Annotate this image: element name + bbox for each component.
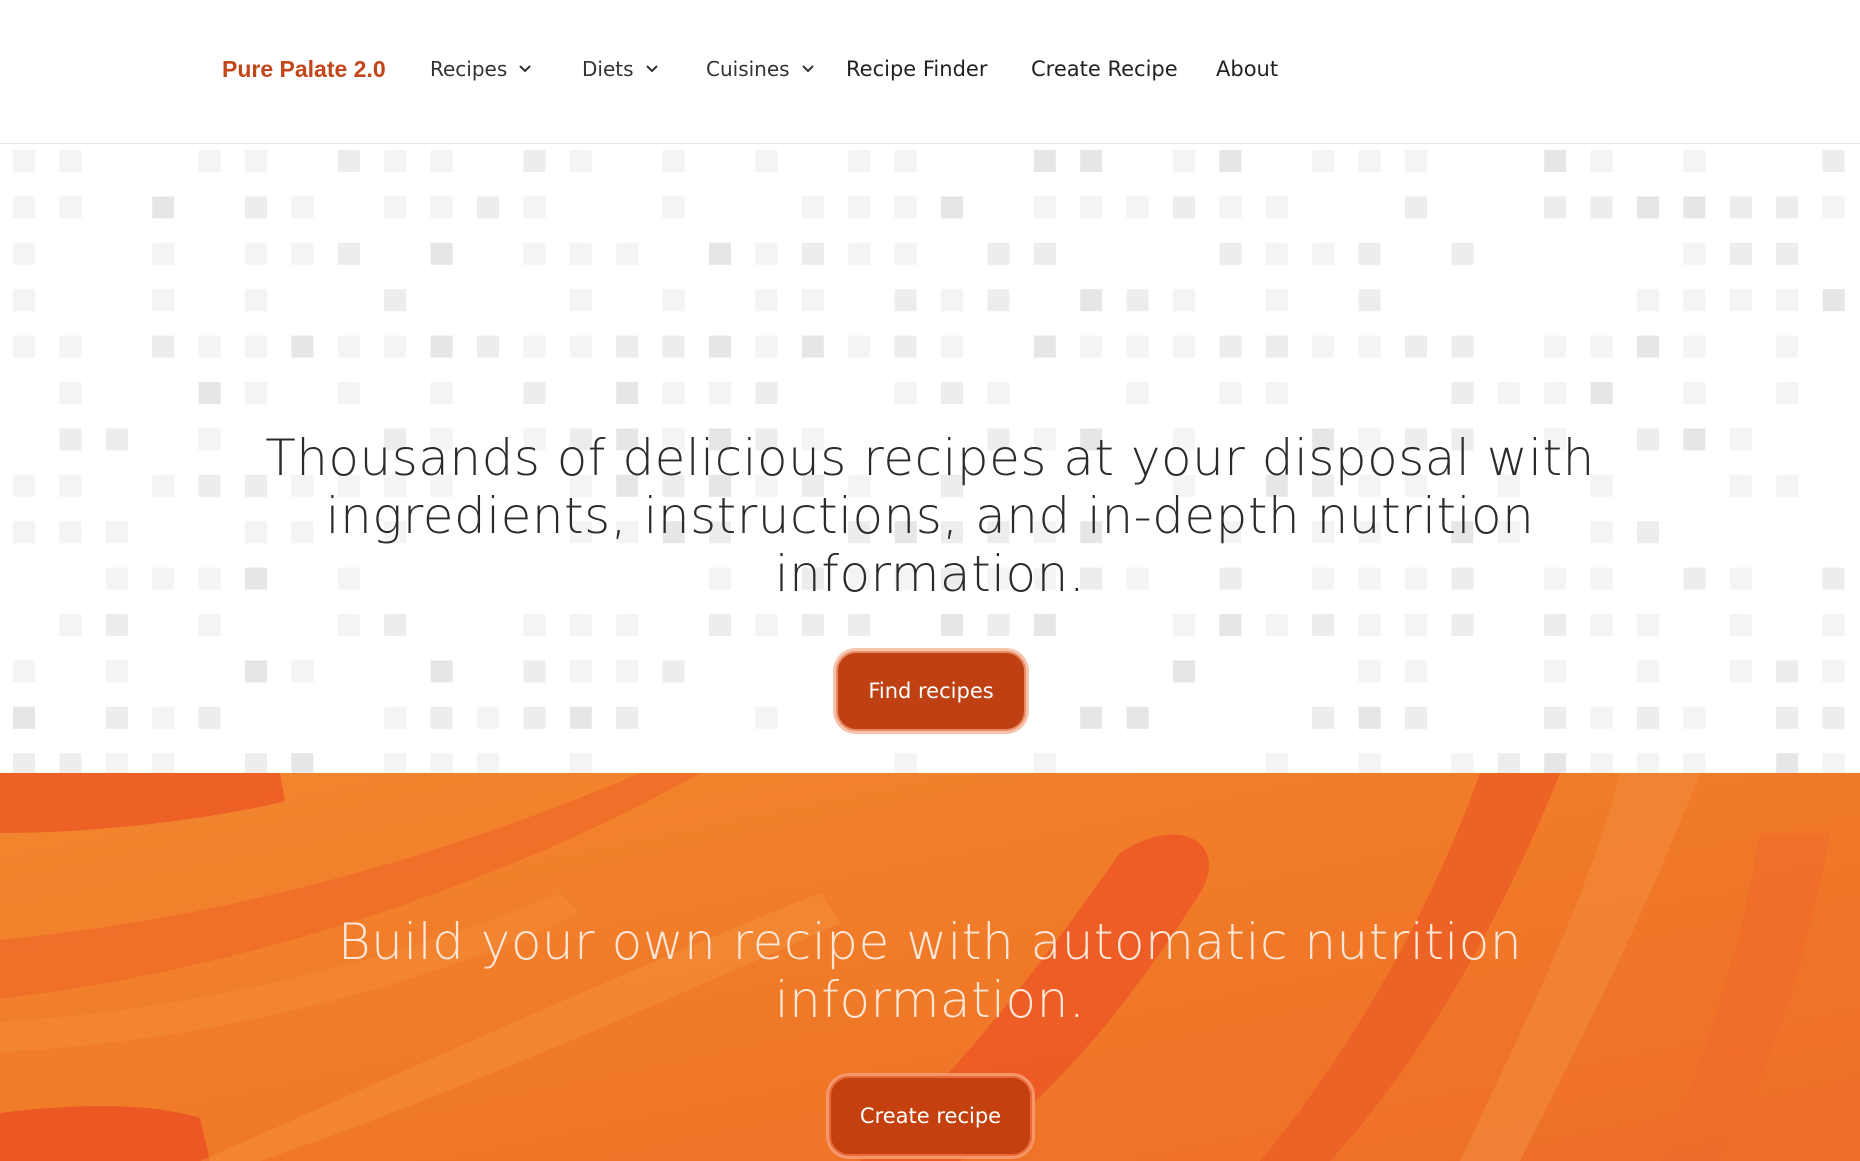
- create-recipe-button[interactable]: Create recipe: [829, 1076, 1032, 1156]
- nav-create-recipe-link[interactable]: Create Recipe: [1031, 57, 1178, 81]
- brand-logo[interactable]: Pure Palate 2.0: [222, 56, 386, 83]
- nav-recipes-menu[interactable]: Recipes: [430, 57, 531, 81]
- nav-cuisines-menu[interactable]: Cuisines: [706, 57, 814, 81]
- find-recipes-button[interactable]: Find recipes: [836, 651, 1026, 731]
- hero-heading: Thousands of delicious recipes at your d…: [265, 429, 1595, 603]
- chevron-down-icon: [802, 65, 814, 73]
- build-heading: Build your own recipe with automatic nut…: [337, 913, 1523, 1029]
- nav-recipe-finder-link[interactable]: Recipe Finder: [846, 57, 987, 81]
- nav-about-link[interactable]: About: [1216, 57, 1278, 81]
- nav-cuisines-label: Cuisines: [706, 57, 790, 81]
- nav-diets-menu[interactable]: Diets: [582, 57, 658, 81]
- chevron-down-icon: [646, 65, 658, 73]
- hero-section: Thousands of delicious recipes at your d…: [0, 145, 1860, 773]
- nav-recipes-label: Recipes: [430, 57, 508, 81]
- chevron-down-icon: [519, 65, 531, 73]
- build-recipe-section: Build your own recipe with automatic nut…: [0, 773, 1860, 1161]
- top-navbar: Pure Palate 2.0 Recipes Diets Cuisines R…: [0, 0, 1860, 144]
- nav-diets-label: Diets: [582, 57, 634, 81]
